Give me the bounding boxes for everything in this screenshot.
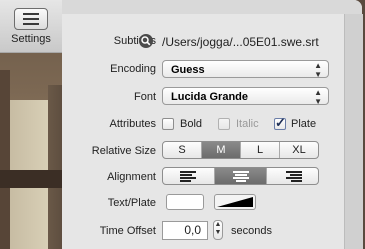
time-offset-row: Time Offset bbox=[62, 225, 156, 247]
sliders-icon bbox=[14, 8, 48, 30]
relative-size-segmented[interactable]: S M L XL bbox=[162, 141, 319, 159]
font-value: Lucida Grande bbox=[171, 91, 249, 103]
align-right-button[interactable] bbox=[267, 168, 318, 184]
subtitles-path: /Users/jogga/...05E01.swe.srt bbox=[162, 35, 319, 49]
relative-size-label: Relative Size bbox=[91, 145, 156, 157]
time-offset-unit: seconds bbox=[231, 225, 272, 237]
bold-checkbox[interactable] bbox=[162, 118, 174, 130]
align-center-icon bbox=[232, 171, 250, 182]
time-offset-field[interactable]: 0,0 bbox=[162, 221, 208, 240]
size-s[interactable]: S bbox=[163, 142, 202, 158]
alignment-label: Alignment bbox=[107, 171, 156, 183]
font-label: Font bbox=[133, 91, 156, 103]
time-offset-label: Time Offset bbox=[99, 225, 156, 237]
font-popup[interactable]: Lucida Grande ▲ ▼ bbox=[162, 87, 329, 106]
settings-toolbar-button[interactable]: Settings bbox=[0, 0, 63, 53]
plate-label: Plate bbox=[291, 118, 317, 130]
bold-label: Bold bbox=[180, 118, 203, 130]
settings-label: Settings bbox=[11, 33, 51, 45]
italic-checkbox[interactable] bbox=[218, 118, 230, 130]
relative-size-row: Relative Size bbox=[62, 145, 156, 167]
align-left-icon bbox=[179, 171, 198, 182]
align-center-button[interactable] bbox=[215, 168, 267, 184]
italic-label: Italic bbox=[236, 118, 259, 130]
stepper-arrows-icon: ▲ ▼ bbox=[314, 61, 322, 79]
size-l[interactable]: L bbox=[241, 142, 280, 158]
size-xl[interactable]: XL bbox=[280, 142, 318, 158]
search-icon[interactable] bbox=[139, 34, 153, 48]
align-left-button[interactable] bbox=[163, 168, 215, 184]
alignment-segmented[interactable] bbox=[162, 167, 319, 185]
video-doorframe bbox=[0, 70, 10, 249]
text-plate-row: Text/Plate bbox=[62, 197, 156, 219]
size-m[interactable]: M bbox=[202, 142, 241, 158]
alignment-row: Alignment bbox=[62, 171, 156, 193]
plate-color-well[interactable] bbox=[214, 194, 256, 210]
time-offset-stepper[interactable]: ▲ ▼ bbox=[213, 220, 223, 240]
attributes-label: Attributes bbox=[109, 118, 156, 130]
font-row: Font bbox=[62, 91, 156, 113]
encoding-value: Guess bbox=[171, 64, 205, 76]
text-color-well[interactable] bbox=[166, 194, 204, 210]
stepper-arrows-icon: ▲ ▼ bbox=[314, 88, 322, 106]
plate-checkbox[interactable] bbox=[274, 115, 286, 131]
encoding-row: Encoding bbox=[62, 63, 156, 85]
align-right-icon bbox=[284, 171, 302, 182]
attributes-row: Attributes bbox=[62, 118, 156, 140]
scrollbar[interactable] bbox=[344, 14, 363, 249]
encoding-popup[interactable]: Guess ▲ ▼ bbox=[162, 60, 329, 79]
text-plate-label: Text/Plate bbox=[107, 197, 156, 209]
encoding-label: Encoding bbox=[110, 63, 156, 75]
